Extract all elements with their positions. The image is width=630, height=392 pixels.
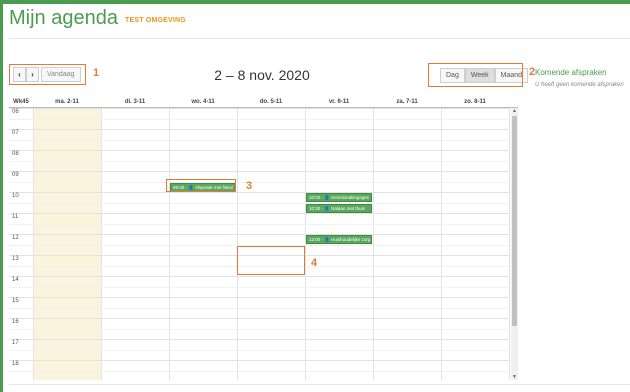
annotation-box-1 bbox=[9, 64, 86, 85]
hour-gridline bbox=[9, 150, 509, 151]
day-header-thu[interactable]: do. 5-11 bbox=[237, 99, 305, 105]
left-border bbox=[0, 0, 3, 392]
scroll-up-arrow-icon[interactable]: ▲ bbox=[511, 108, 518, 114]
hour-gridline bbox=[9, 129, 509, 130]
day-column-divider bbox=[509, 108, 510, 380]
hour-gridline bbox=[9, 108, 509, 109]
week-number-label: Wk45 bbox=[13, 99, 29, 105]
day-header-sun[interactable]: zo. 8-11 bbox=[441, 99, 509, 105]
hour-label: 11 bbox=[12, 214, 19, 220]
hour-label: 12 bbox=[12, 235, 19, 241]
hour-gridline bbox=[9, 318, 509, 319]
half-hour-gridline bbox=[9, 349, 509, 351]
annotation-box-2 bbox=[428, 63, 523, 87]
week-calendar: Wk45 ma. 2-11 di. 3-11 wo. 4-11 do. 5-11… bbox=[9, 98, 518, 380]
hour-gridline bbox=[9, 234, 509, 235]
annotation-number-2: 2 bbox=[529, 66, 536, 78]
hour-gridline bbox=[9, 276, 509, 277]
half-hour-gridline bbox=[9, 370, 509, 372]
hour-label: 09 bbox=[12, 172, 19, 178]
hour-label: 17 bbox=[12, 340, 19, 346]
annotation-number-4: 4 bbox=[311, 257, 318, 269]
calendar-header-row: Wk45 ma. 2-11 di. 3-11 wo. 4-11 do. 5-11… bbox=[9, 98, 518, 108]
upcoming-appointments-title: Komende afspraken bbox=[535, 68, 607, 77]
hour-label: 13 bbox=[12, 256, 19, 262]
page-title: Mijn agenda bbox=[9, 7, 118, 29]
top-border bbox=[0, 0, 630, 4]
annotation-number-1: 1 bbox=[93, 67, 100, 79]
hour-label: 15 bbox=[12, 298, 19, 304]
half-hour-gridline bbox=[9, 160, 509, 162]
day-header-tue[interactable]: di. 3-11 bbox=[101, 99, 169, 105]
hour-gridline bbox=[9, 297, 509, 298]
hour-gridline bbox=[9, 213, 509, 214]
hour-label: 14 bbox=[12, 277, 19, 283]
hour-gridline bbox=[9, 339, 509, 340]
day-header-fri[interactable]: vr. 6-11 bbox=[305, 99, 373, 105]
hour-label: 08 bbox=[12, 151, 19, 157]
hour-label: 07 bbox=[12, 130, 19, 136]
hour-label: 06 bbox=[12, 109, 19, 115]
annotation-box-3 bbox=[166, 179, 236, 192]
half-hour-gridline bbox=[9, 181, 509, 183]
half-hour-gridline bbox=[9, 223, 509, 225]
hour-gridline bbox=[9, 192, 509, 193]
scroll-down-arrow-icon[interactable]: ▼ bbox=[511, 374, 518, 380]
upcoming-empty-message: U heeft geen komende afspraken bbox=[535, 82, 624, 88]
hour-gridline bbox=[9, 360, 509, 361]
day-header-mon[interactable]: ma. 2-11 bbox=[33, 99, 101, 105]
appointment-event[interactable]: 12:00 - 👤 Huishoudelijke zorg bbox=[306, 235, 372, 244]
hour-label: 10 bbox=[12, 193, 19, 199]
half-hour-gridline bbox=[9, 286, 509, 288]
appointment-event[interactable]: 10:30 - 👤 Nalaan met thuis bbox=[306, 203, 372, 213]
half-hour-gridline bbox=[9, 307, 509, 309]
appointment-event[interactable]: 10:00 - 👤 Kennismakingsges bbox=[306, 193, 372, 202]
half-hour-gridline bbox=[9, 118, 509, 120]
environment-badge: TEST OMGEVING bbox=[125, 17, 186, 24]
header-divider bbox=[9, 38, 630, 39]
half-hour-gridline bbox=[9, 139, 509, 141]
scrollbar-thumb[interactable] bbox=[512, 116, 517, 326]
hour-label: 16 bbox=[12, 319, 19, 325]
hour-gridline bbox=[9, 171, 509, 172]
annotation-box-4 bbox=[237, 246, 305, 275]
day-header-wed[interactable]: wo. 4-11 bbox=[169, 99, 237, 105]
half-hour-gridline bbox=[9, 202, 509, 204]
bottom-divider bbox=[9, 384, 630, 385]
day-header-sat[interactable]: za. 7-11 bbox=[373, 99, 441, 105]
calendar-time-grid[interactable]: 06 07 08 09 10 11 12 13 14 15 16 17 18 09:30 - 👤 Afsp… bbox=[9, 108, 518, 380]
annotation-number-3: 3 bbox=[246, 180, 253, 192]
half-hour-gridline bbox=[9, 328, 509, 330]
hour-label: 18 bbox=[12, 361, 19, 367]
calendar-scrollbar[interactable]: ▲ ▼ bbox=[511, 108, 518, 380]
date-range-title: 2 – 8 nov. 2020 bbox=[214, 67, 310, 83]
